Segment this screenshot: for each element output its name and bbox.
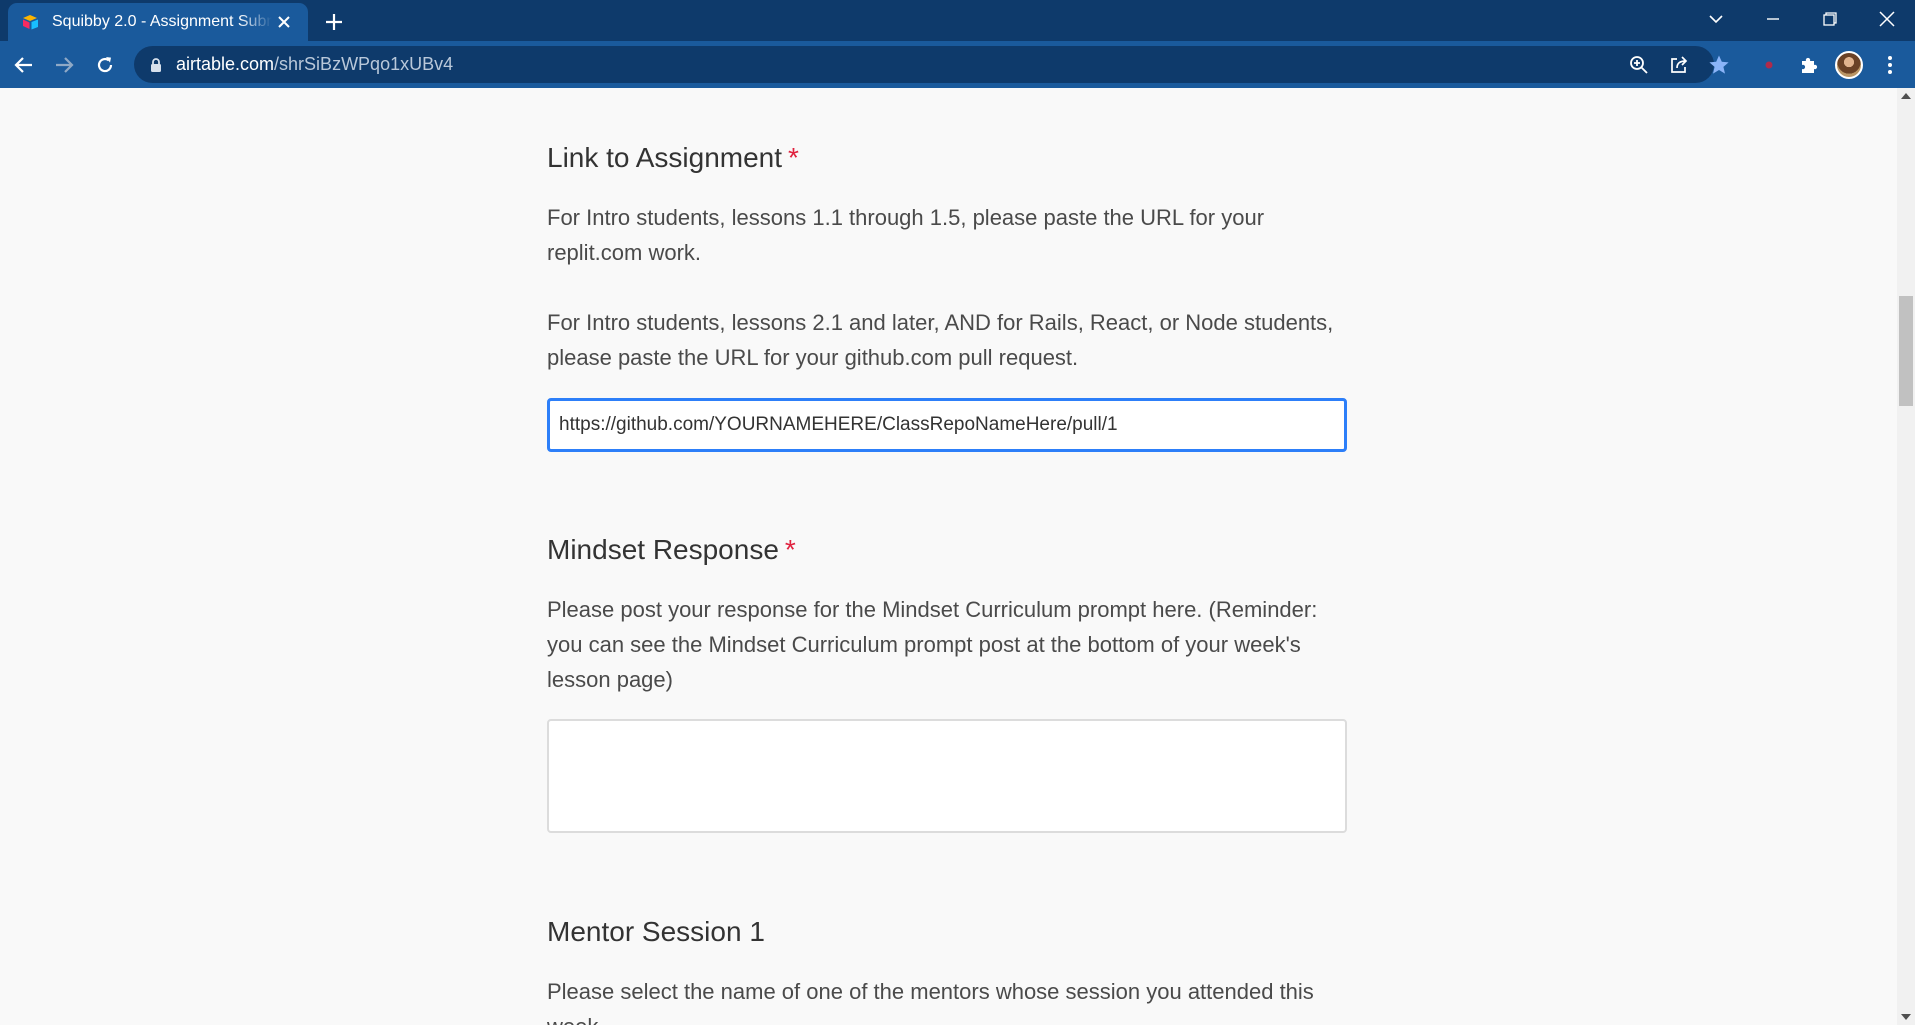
mindset-response-description: Please post your response for the Mindse… xyxy=(547,592,1347,697)
back-arrow-icon[interactable] xyxy=(8,49,40,81)
forward-arrow-icon[interactable] xyxy=(48,49,80,81)
mentor-session-1-label: Mentor Session 1 xyxy=(547,916,765,947)
airtable-logo-icon xyxy=(23,15,38,30)
more-menu-icon[interactable] xyxy=(1875,50,1905,80)
minimize-icon[interactable] xyxy=(1745,0,1801,38)
mindset-response-textarea[interactable] xyxy=(547,719,1347,833)
url-text: airtable.com/shrSiBzWPqo1xUBv4 xyxy=(176,54,454,74)
lock-icon xyxy=(151,57,161,72)
required-asterisk: * xyxy=(784,534,796,565)
mentor-session-1-description: Please select the name of one of the men… xyxy=(547,974,1347,1025)
required-asterisk: * xyxy=(788,142,799,173)
share-icon[interactable] xyxy=(1666,52,1692,78)
address-bar[interactable]: airtable.com/shrSiBzWPqo1xUBv4 xyxy=(134,46,1729,83)
profile-avatar-icon[interactable] xyxy=(1834,50,1864,80)
link-to-assignment-label: Link to Assignment * xyxy=(547,142,799,173)
assignment-link-input[interactable] xyxy=(547,398,1347,452)
tab-title: Squibby 2.0 - Assignment Submission xyxy=(52,13,272,30)
close-tab-icon[interactable] xyxy=(272,10,296,34)
mindset-response-label: Mindset Response * xyxy=(547,534,796,565)
restore-icon[interactable] xyxy=(1802,0,1858,38)
scroll-down-arrow-icon[interactable] xyxy=(1897,1009,1915,1025)
link-to-assignment-description: For Intro students, lessons 1.1 through … xyxy=(547,200,1347,375)
reload-icon[interactable] xyxy=(89,49,121,81)
tab-strip: Squibby 2.0 - Assignment Submission xyxy=(0,0,1915,41)
description-paragraph: Please post your response for the Mindse… xyxy=(547,597,1318,692)
bookmark-star-icon[interactable] xyxy=(1706,52,1732,78)
browser-tab[interactable]: Squibby 2.0 - Assignment Submission xyxy=(8,3,308,41)
scroll-up-arrow-icon[interactable] xyxy=(1897,88,1915,104)
description-paragraph: For Intro students, lessons 1.1 through … xyxy=(547,205,1265,265)
zoom-icon[interactable] xyxy=(1626,52,1652,78)
close-window-icon[interactable] xyxy=(1859,0,1915,38)
recording-dot-icon[interactable] xyxy=(1754,50,1784,80)
description-paragraph: For Intro students, lessons 2.1 and late… xyxy=(547,310,1334,370)
scrollbar-thumb[interactable] xyxy=(1899,296,1913,406)
browser-toolbar: airtable.com/shrSiBzWPqo1xUBv4 xyxy=(0,41,1915,88)
page-viewport: Link to Assignment * For Intro students, … xyxy=(0,88,1897,1025)
new-tab-icon[interactable] xyxy=(320,8,348,36)
avatar xyxy=(1835,51,1863,79)
tab-search-icon[interactable] xyxy=(1688,0,1744,38)
description-paragraph: Please select the name of one of the men… xyxy=(547,979,1314,1025)
vertical-scrollbar[interactable] xyxy=(1897,88,1915,1025)
puzzle-icon[interactable] xyxy=(1794,50,1824,80)
